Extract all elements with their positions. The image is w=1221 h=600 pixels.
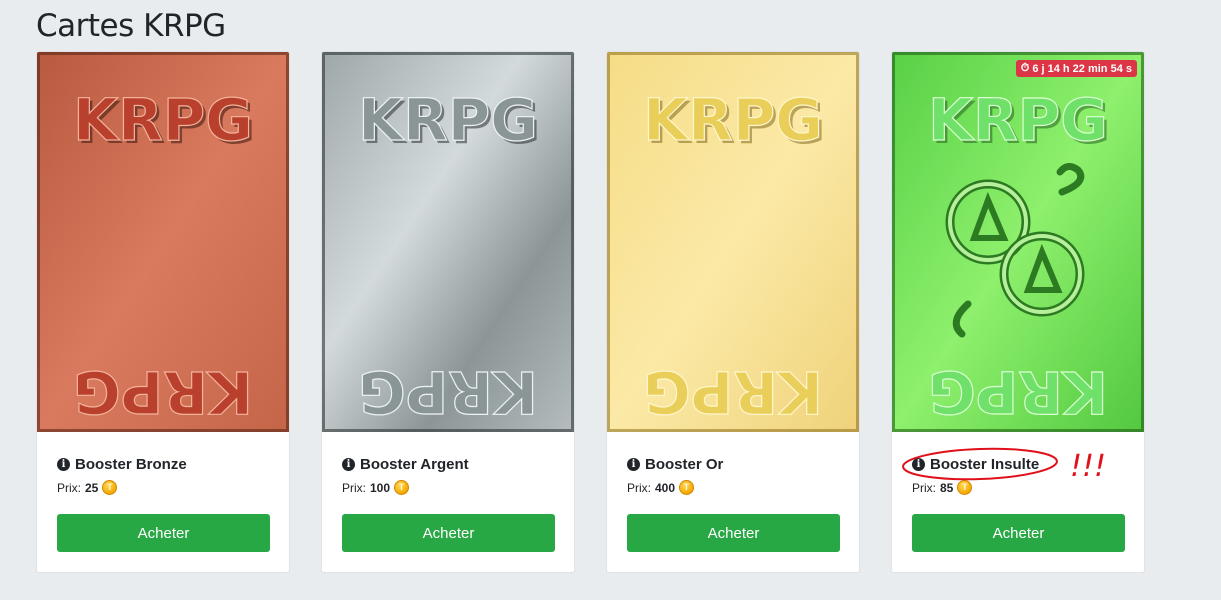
art-logo-top: KRPG <box>358 86 538 154</box>
card-title: i Booster Argent <box>342 456 469 473</box>
booster-art-bronze[interactable]: KRPG KRPG KRPG <box>37 52 289 432</box>
art-logo-top: KRPG <box>928 86 1108 154</box>
booster-art-or[interactable]: KRPG KRPG KRPG <box>607 52 859 432</box>
coin-icon <box>679 480 695 495</box>
coin-icon <box>957 480 973 495</box>
price-line: Prix: 400 <box>627 480 695 495</box>
price-value: 85 <box>940 480 954 495</box>
booster-card-argent: KRPG KRPG KRPG i Booster Argent Prix: 10… <box>321 51 575 573</box>
art-logo-bottom: KRPG <box>358 358 538 426</box>
card-title-text: Booster Insulte <box>930 456 1040 473</box>
info-icon[interactable]: i <box>627 458 640 471</box>
price-value: 400 <box>655 480 676 495</box>
booster-art-insulte[interactable]: KRPG KRPG KRPG ⏱ 6 j 14 h 22 min 54 s <box>892 52 1144 432</box>
price-value: 25 <box>85 480 99 495</box>
buy-button-argent[interactable]: Acheter <box>342 514 555 552</box>
info-icon[interactable]: i <box>342 458 355 471</box>
art-logo-top: KRPG <box>73 86 253 154</box>
timer-badge: ⏱ 6 j 14 h 22 min 54 s <box>1015 60 1137 77</box>
art-logo-bottom: KRPG <box>73 358 253 426</box>
card-title: i Booster Insulte <box>912 456 1039 473</box>
card-title: i Booster Or <box>627 456 723 473</box>
info-icon[interactable]: i <box>912 458 925 471</box>
art-logo-top: KRPG <box>643 86 823 154</box>
coin-icon <box>394 480 410 495</box>
price-line: Prix: 100 <box>342 480 410 495</box>
price-value: 100 <box>370 480 391 495</box>
card-title: i Booster Bronze <box>57 456 187 473</box>
price-label: Prix: <box>627 480 651 495</box>
price-label: Prix: <box>342 480 366 495</box>
card-title-text: Booster Or <box>645 456 724 473</box>
page-title: Cartes KRPG <box>36 8 226 44</box>
stopwatch-icon: ⏱ <box>1020 62 1030 74</box>
price-line: Prix: 25 <box>57 480 118 495</box>
info-icon[interactable]: i <box>57 458 70 471</box>
coin-icon <box>102 480 118 495</box>
price-label: Prix: <box>57 480 81 495</box>
art-logo-bottom: KRPG <box>643 358 823 426</box>
card-title-text: Booster Bronze <box>75 456 187 473</box>
price-line: Prix: 85 <box>912 480 973 495</box>
buy-button-bronze[interactable]: Acheter <box>57 514 270 552</box>
buy-button-or[interactable]: Acheter <box>627 514 840 552</box>
timer-text: 6 j 14 h 22 min 54 s <box>1032 62 1132 75</box>
booster-art-argent[interactable]: KRPG KRPG KRPG <box>322 52 574 432</box>
card-title-text: Booster Argent <box>360 456 469 473</box>
price-label: Prix: <box>912 480 936 495</box>
art-logo-bottom: KRPG <box>928 358 1108 426</box>
booster-card-bronze: KRPG KRPG KRPG i Booster Bronze Prix: 25… <box>36 51 290 573</box>
booster-card-or: KRPG KRPG KRPG i Booster Or Prix: 400 Ac… <box>606 51 860 573</box>
buy-button-insulte[interactable]: Acheter <box>912 514 1125 552</box>
booster-card-insulte: KRPG KRPG KRPG ⏱ 6 j 14 h 22 min 54 s i <box>891 51 1145 573</box>
